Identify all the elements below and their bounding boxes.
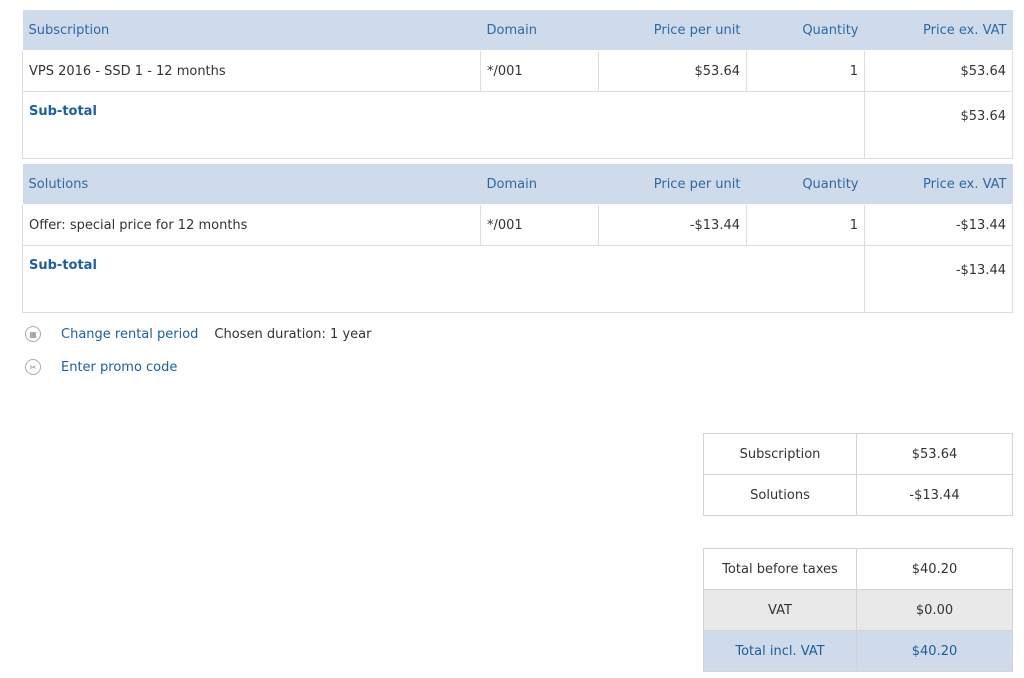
promo-code-row: ✂ Enter promo code bbox=[25, 358, 177, 376]
subtotal-label: Sub-total bbox=[22, 91, 865, 159]
calendar-icon[interactable]: ▦ bbox=[25, 326, 41, 342]
vat-label: VAT bbox=[703, 589, 857, 631]
vat-row: VAT $0.00 bbox=[703, 589, 1013, 631]
item-name: Offer: special price for 12 months bbox=[22, 204, 481, 246]
col-quantity: Quantity bbox=[746, 163, 865, 205]
col-price-ex-vat: Price ex. VAT bbox=[864, 163, 1013, 205]
item-quantity: 1 bbox=[746, 204, 865, 246]
col-quantity: Quantity bbox=[746, 9, 865, 51]
item-price-ex-vat: $53.64 bbox=[864, 50, 1013, 92]
scissors-icon[interactable]: ✂ bbox=[25, 359, 41, 375]
total-before-taxes-label: Total before taxes bbox=[703, 548, 857, 590]
col-domain: Domain bbox=[480, 163, 599, 205]
table-header: Subscription Domain Price per unit Quant… bbox=[22, 9, 1013, 51]
summary-row: Subscription $53.64 bbox=[703, 433, 1013, 475]
table-row: VPS 2016 - SSD 1 - 12 months */001 $53.6… bbox=[22, 50, 1013, 92]
table-header: Solutions Domain Price per unit Quantity… bbox=[22, 163, 1013, 205]
table-row: Offer: special price for 12 months */001… bbox=[22, 204, 1013, 246]
col-subscription: Subscription bbox=[22, 9, 481, 51]
col-solutions: Solutions bbox=[22, 163, 481, 205]
summary-subscription-value: $53.64 bbox=[856, 433, 1013, 475]
item-unit-price: $53.64 bbox=[598, 50, 747, 92]
subtotal-row: Sub-total -$13.44 bbox=[22, 245, 1013, 313]
chosen-duration-text: Chosen duration: 1 year bbox=[214, 326, 372, 342]
total-incl-vat-label: Total incl. VAT bbox=[703, 630, 857, 672]
change-rental-row: ▦ Change rental period Chosen duration: … bbox=[25, 325, 371, 343]
total-before-taxes-row: Total before taxes $40.20 bbox=[703, 548, 1013, 590]
item-unit-price: -$13.44 bbox=[598, 204, 747, 246]
summary-row: Solutions -$13.44 bbox=[703, 474, 1013, 516]
col-price-ex-vat: Price ex. VAT bbox=[864, 9, 1013, 51]
item-quantity: 1 bbox=[746, 50, 865, 92]
subtotal-value: $53.64 bbox=[864, 91, 1013, 159]
summary-subscription-label: Subscription bbox=[703, 433, 857, 475]
solutions-table: Solutions Domain Price per unit Quantity… bbox=[22, 163, 1013, 313]
col-domain: Domain bbox=[480, 9, 599, 51]
col-price-per-unit: Price per unit bbox=[598, 9, 747, 51]
vat-value: $0.00 bbox=[856, 589, 1013, 631]
totals-table: Total before taxes $40.20 VAT $0.00 Tota… bbox=[703, 548, 1013, 672]
item-name: VPS 2016 - SSD 1 - 12 months bbox=[22, 50, 481, 92]
enter-promo-code-link[interactable]: Enter promo code bbox=[61, 360, 177, 375]
col-price-per-unit: Price per unit bbox=[598, 163, 747, 205]
total-incl-vat-row: Total incl. VAT $40.20 bbox=[703, 630, 1013, 672]
change-rental-period-link[interactable]: Change rental period bbox=[61, 327, 198, 342]
summary-solutions-value: -$13.44 bbox=[856, 474, 1013, 516]
summary-table: Subscription $53.64 Solutions -$13.44 bbox=[703, 433, 1013, 516]
total-incl-vat-value: $40.20 bbox=[856, 630, 1013, 672]
item-domain: */001 bbox=[480, 50, 599, 92]
subtotal-row: Sub-total $53.64 bbox=[22, 91, 1013, 159]
summary-solutions-label: Solutions bbox=[703, 474, 857, 516]
item-domain: */001 bbox=[480, 204, 599, 246]
subtotal-value: -$13.44 bbox=[864, 245, 1013, 313]
item-price-ex-vat: -$13.44 bbox=[864, 204, 1013, 246]
total-before-taxes-value: $40.20 bbox=[856, 548, 1013, 590]
subtotal-label: Sub-total bbox=[22, 245, 865, 313]
subscription-table: Subscription Domain Price per unit Quant… bbox=[22, 9, 1013, 159]
